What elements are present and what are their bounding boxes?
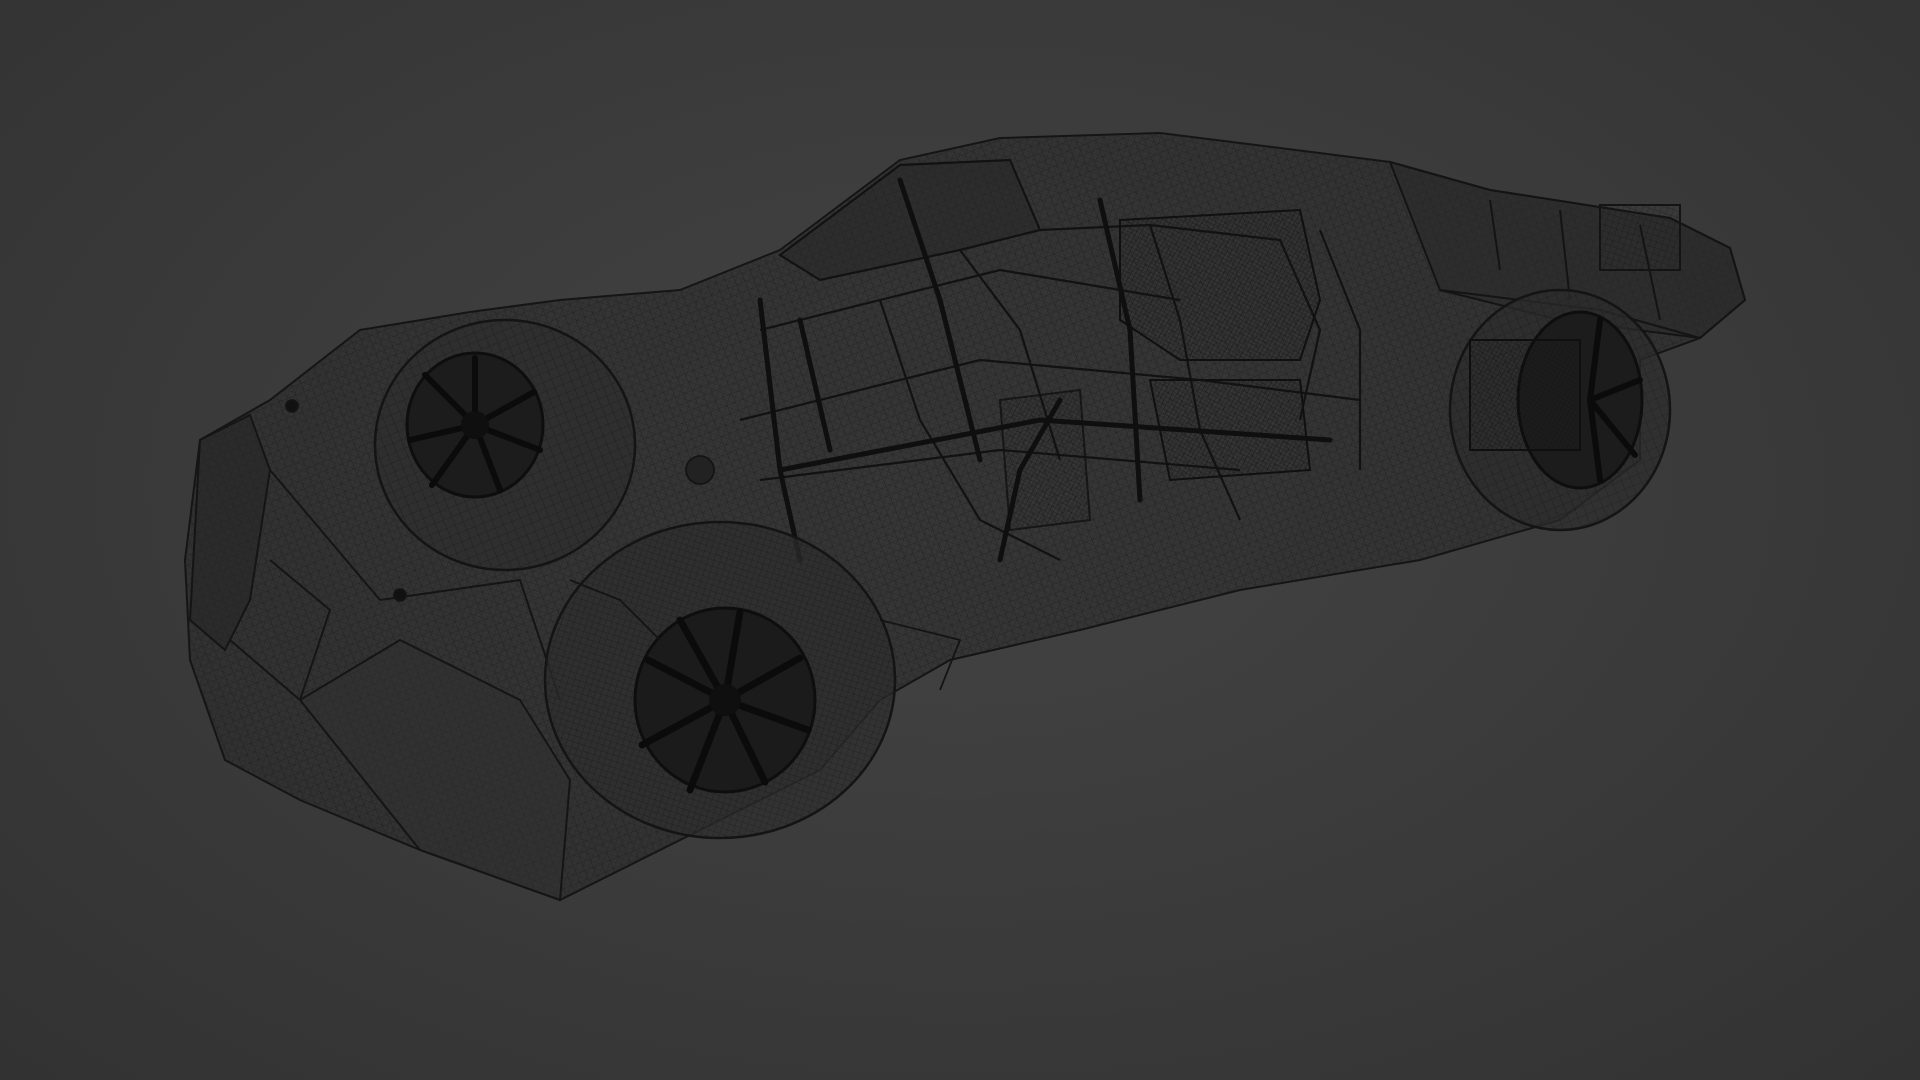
front-right-wheel <box>543 520 897 840</box>
car-wireframe-model[interactable] <box>0 0 1920 1080</box>
3d-viewport[interactable] <box>0 0 1920 1080</box>
front-left-wheel <box>373 318 637 572</box>
rear-wheel <box>1448 288 1672 532</box>
